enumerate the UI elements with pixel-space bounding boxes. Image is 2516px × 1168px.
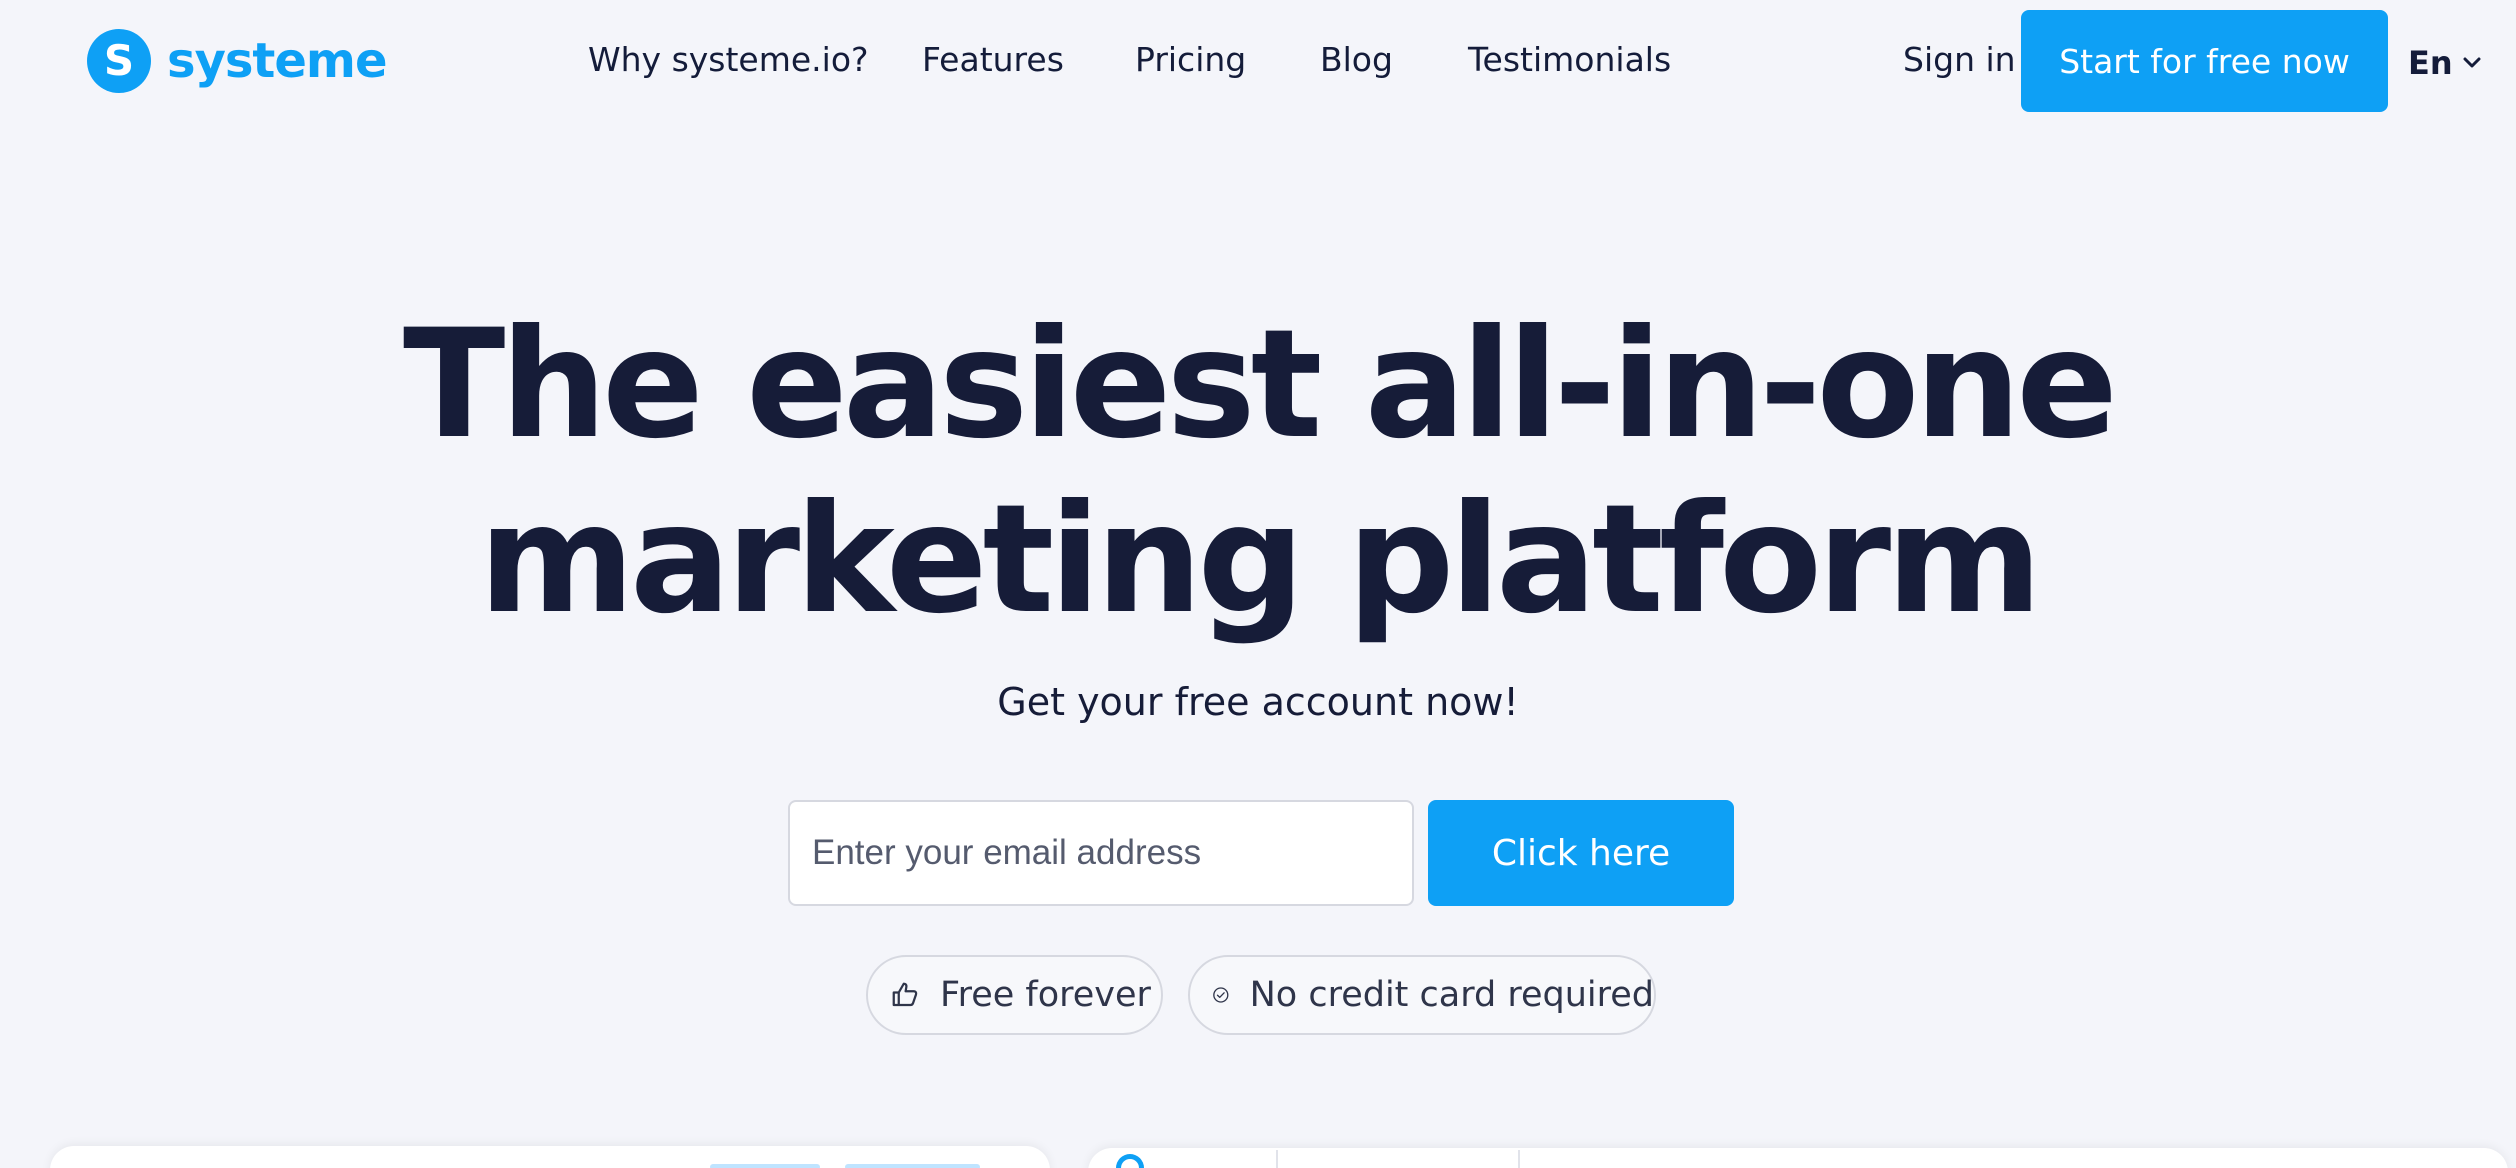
preview-tab xyxy=(710,1164,820,1168)
systeme-mini-logo-icon xyxy=(1116,1154,1144,1168)
preview-tab xyxy=(845,1164,980,1168)
badge-no-credit-card: No credit card required xyxy=(1188,955,1656,1035)
click-here-button[interactable]: Click here xyxy=(1428,800,1734,906)
nav-testimonials[interactable]: Testimonials xyxy=(1468,40,1671,79)
brand-name: systeme xyxy=(167,33,387,89)
hero-subtitle: Get your free account now! xyxy=(997,680,1519,724)
badge-free-forever: Free forever xyxy=(866,955,1163,1035)
nav-pricing[interactable]: Pricing xyxy=(1135,40,1246,79)
preview-divider xyxy=(1518,1150,1520,1168)
highlight-word-text: marketing xyxy=(478,473,1305,647)
product-preview-right xyxy=(1088,1148,2508,1168)
email-input[interactable] xyxy=(788,800,1414,906)
nav-why-systeme[interactable]: Why systeme.io? xyxy=(588,40,869,79)
sign-in-link[interactable]: Sign in xyxy=(1903,40,2016,79)
systeme-logo-icon: S xyxy=(87,29,151,93)
product-preview-left xyxy=(50,1146,1050,1168)
brand-logo[interactable]: S systeme xyxy=(87,28,387,94)
start-free-button[interactable]: Start for free now xyxy=(2021,10,2388,112)
logo-mark-letter: S xyxy=(103,36,135,85)
badge-label: Free forever xyxy=(940,975,1151,1015)
hero-title-line1: The easiest all-in-one xyxy=(403,298,2118,472)
landing-page: S systeme Why systeme.io? Features Prici… xyxy=(0,0,2516,1168)
badge-label: No credit card required xyxy=(1249,975,1654,1015)
thumbs-up-icon xyxy=(892,982,918,1007)
chevron-down-icon xyxy=(2463,57,2481,68)
nav-features[interactable]: Features xyxy=(922,40,1064,79)
highlighted-word: marketing xyxy=(478,473,1305,647)
nav-blog[interactable]: Blog xyxy=(1320,40,1393,79)
preview-divider xyxy=(1276,1150,1278,1168)
language-label: En xyxy=(2408,44,2453,82)
hero-title-line2: marketing platform xyxy=(0,475,2516,645)
language-selector[interactable]: En xyxy=(2408,44,2481,82)
title-rest-text: platform xyxy=(1299,473,2042,647)
check-circle-icon xyxy=(1213,987,1229,1003)
